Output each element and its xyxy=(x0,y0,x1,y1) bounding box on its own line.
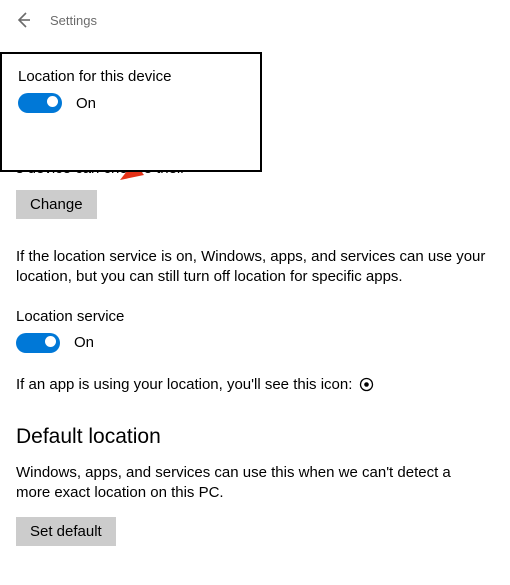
toggle-knob-icon xyxy=(45,336,56,347)
location-service-toggle-state: On xyxy=(74,334,94,351)
location-service-label: Location service xyxy=(16,308,486,325)
service-description: If the location service is on, Windows, … xyxy=(16,247,486,288)
header-title: Settings xyxy=(50,13,97,28)
back-arrow-icon[interactable] xyxy=(14,11,32,29)
location-device-toggle-state: On xyxy=(76,95,96,112)
app-using-text: If an app is using your location, you'll… xyxy=(16,376,352,393)
toggle-knob-icon xyxy=(47,96,58,107)
location-in-use-icon xyxy=(359,377,374,392)
header-bar: Settings xyxy=(0,0,510,40)
default-location-heading: Default location xyxy=(16,425,486,449)
set-default-button[interactable]: Set default xyxy=(16,517,116,546)
default-location-description: Windows, apps, and services can use this… xyxy=(16,463,486,504)
location-device-callout: Location for this device On xyxy=(0,52,262,172)
change-button[interactable]: Change xyxy=(16,190,97,219)
location-device-label: Location for this device xyxy=(18,68,244,85)
location-device-toggle[interactable] xyxy=(18,93,62,113)
location-service-toggle[interactable] xyxy=(16,333,60,353)
